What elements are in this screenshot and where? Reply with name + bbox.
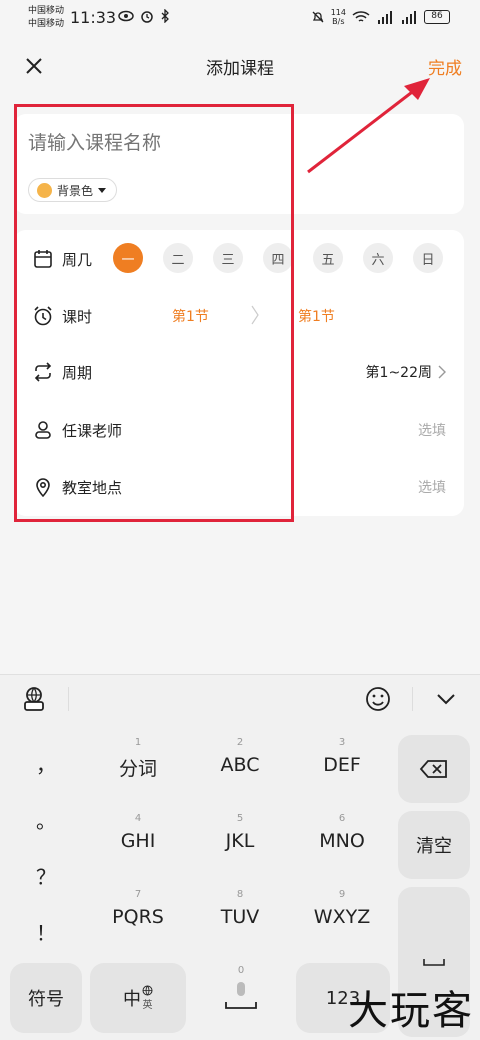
day-sun[interactable]: 日: [413, 243, 443, 273]
symbol-key[interactable]: 符号: [10, 963, 82, 1033]
toolbar-divider: [412, 687, 413, 711]
signal-2-icon: [402, 11, 416, 24]
key-7[interactable]: 7 PQRS: [88, 889, 188, 953]
language-switch-key[interactable]: 中 英: [90, 963, 186, 1033]
key-1[interactable]: 1 分词: [88, 737, 188, 801]
status-bar: 中国移动 中国移动 11:33 114 B/s 86: [0, 0, 480, 36]
key-3[interactable]: 3 DEF: [292, 737, 392, 801]
day-fri[interactable]: 五: [313, 243, 343, 273]
net-speed-value: 114: [330, 8, 346, 17]
wifi-icon: [352, 11, 370, 22]
key-number: 6: [338, 813, 346, 824]
keyboard-toolbar: [0, 675, 480, 723]
key-5[interactable]: 5 JKL: [190, 813, 290, 877]
backspace-icon: [419, 760, 447, 778]
punct-comma-key[interactable]: ，: [16, 749, 76, 778]
clear-key[interactable]: 清空: [398, 811, 470, 879]
key-label: DEF: [323, 754, 361, 776]
key-label: TUV: [220, 906, 260, 928]
key-9[interactable]: 9 WXYZ: [292, 889, 392, 953]
teacher-hint: 选填: [418, 423, 446, 439]
period-value-group: 第1~22周: [366, 362, 446, 382]
key-number: 8: [236, 889, 244, 900]
bluetooth-icon: [161, 9, 169, 23]
collapse-keyboard-icon[interactable]: [432, 685, 460, 713]
key-number: 4: [134, 813, 142, 824]
key-6[interactable]: 6 MNO: [292, 813, 392, 877]
zero-number: 0: [237, 965, 245, 976]
day-sat[interactable]: 六: [363, 243, 393, 273]
key-label: ABC: [220, 754, 260, 776]
key-number: 9: [338, 889, 346, 900]
key-number: 7: [134, 889, 142, 900]
key-number: 5: [236, 813, 244, 824]
alarm-icon: [141, 11, 153, 23]
chevron-right-icon: [438, 365, 446, 379]
key-2[interactable]: 2 ABC: [190, 737, 290, 801]
lang-sub-label: 英: [142, 1000, 153, 1011]
key-number: 2: [236, 737, 244, 748]
signal-icon: [378, 11, 392, 24]
mute-bell-icon: [312, 11, 324, 23]
net-speed: 114 B/s: [331, 8, 346, 26]
net-speed-unit: B/s: [332, 17, 345, 26]
key-number: 3: [338, 737, 346, 748]
punct-period-key[interactable]: 。: [16, 805, 76, 834]
key-8[interactable]: 8 TUV: [190, 889, 290, 953]
emoji-icon[interactable]: [364, 685, 392, 713]
key-label: WXYZ: [313, 906, 371, 928]
keyboard-settings-icon[interactable]: [20, 685, 48, 713]
watermark-logo: 大玩客: [348, 988, 474, 1034]
header: 添加课程 完成: [0, 44, 480, 88]
clock: 11:33: [70, 8, 117, 27]
eye-icon: [118, 10, 134, 22]
lang-main-label: 中: [123, 989, 141, 1010]
lesson-end-picker[interactable]: 第1节: [298, 306, 335, 326]
key-4[interactable]: 4 GHI: [88, 813, 188, 877]
carrier-1: 中国移动: [28, 6, 65, 16]
backspace-key[interactable]: [398, 735, 470, 803]
page-title: 添加课程: [206, 59, 274, 79]
ime-keyboard: ， 。 ？ ！ 1 分词 2 ABC 3 DEF 4 GHI 5 JKL 6 MNO 7 PQ…: [0, 674, 480, 1040]
carrier-2: 中国移动: [28, 19, 65, 29]
punct-exclaim-key[interactable]: ！: [16, 917, 76, 946]
battery-indicator: 86: [424, 10, 450, 24]
key-number: 1: [134, 737, 142, 748]
toolbar-divider: [68, 687, 69, 711]
microphone-icon: [225, 982, 257, 1009]
space-key[interactable]: 0: [196, 963, 286, 1033]
key-label: JKL: [225, 830, 255, 852]
done-button[interactable]: 完成: [428, 54, 462, 79]
key-label: MNO: [319, 830, 365, 852]
key-label: 分词: [118, 758, 157, 780]
classroom-hint: 选填: [418, 480, 446, 496]
punct-question-key[interactable]: ？: [16, 861, 76, 890]
key-label: PQRS: [112, 906, 164, 928]
key-label: GHI: [120, 830, 156, 852]
globe-icon: [142, 985, 153, 996]
space-return-icon: [423, 959, 445, 966]
annotation-highlight-box: [14, 104, 294, 522]
period-value: 第1~22周: [365, 365, 432, 381]
